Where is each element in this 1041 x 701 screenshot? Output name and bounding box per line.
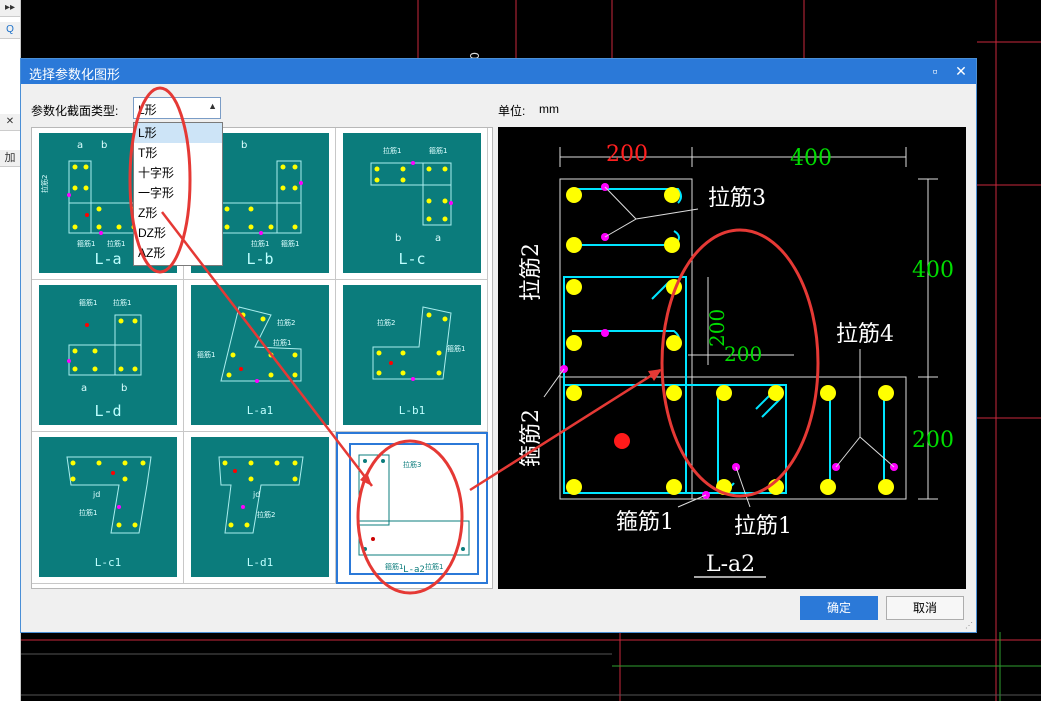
svg-text:拉筋1: 拉筋1 [113, 298, 131, 307]
svg-text:jd: jd [92, 490, 100, 499]
thumbnail-label: L-d [94, 402, 122, 420]
svg-text:拉筋1: 拉筋1 [273, 338, 291, 347]
thumbnail-l-c1[interactable]: jd 拉筋1 L-c1 [32, 432, 184, 584]
dropdown-option[interactable]: L形 [134, 123, 222, 143]
label-tie-2: 拉筋2 [519, 243, 544, 301]
thumbnail-label: L-c [398, 250, 426, 268]
thumbnail-l-b1[interactable]: 拉筋2 箍筋1 L-b1 [336, 280, 488, 432]
svg-text:b: b [395, 233, 401, 244]
svg-text:拉筋1: 拉筋1 [251, 239, 269, 248]
dim-top-left: 200 [606, 142, 648, 167]
chevron-up-icon: ▲ [208, 101, 217, 111]
svg-text:a: a [77, 140, 83, 151]
cancel-button[interactable]: 取消 [886, 596, 964, 620]
dropdown-option[interactable]: 一字形 [134, 183, 222, 203]
dropdown-option[interactable]: T形 [134, 143, 222, 163]
svg-text:拉筋2: 拉筋2 [377, 318, 395, 327]
label-tie-1: 拉筋1 [734, 514, 792, 539]
close-icon[interactable]: ✕ [951, 62, 971, 80]
label-tie-3: 拉筋3 [708, 186, 766, 211]
thumbnail-label: L-a2 [403, 565, 425, 575]
thumbnail-label: L-b1 [398, 404, 426, 417]
dialog-title: 选择参数化图形 [29, 67, 121, 82]
preview-drawing: 200 400 400 200 200 200 拉筋3 拉筋2 拉筋4 箍筋2 … [519, 142, 954, 636]
dialog-titlebar: 选择参数化图形 ▫ ✕ [21, 59, 976, 84]
label-tie-4: 拉筋4 [836, 322, 894, 347]
dim-inner-horizontal: 200 [724, 342, 762, 366]
thumbnail-l-d[interactable]: 箍筋1 拉筋1 a b L-d [32, 280, 184, 432]
thumbnail-label: L-a1 [246, 404, 274, 417]
maximize-icon[interactable]: ▫ [925, 62, 945, 80]
svg-text:b: b [101, 140, 107, 151]
dim-top-right: 400 [790, 146, 832, 171]
svg-text:拉筋3: 拉筋3 [403, 460, 421, 469]
svg-text:拉筋1: 拉筋1 [107, 239, 125, 248]
ok-button[interactable]: 确定 [800, 596, 878, 620]
label-stirrup-2: 箍筋2 [519, 409, 544, 467]
svg-text:箍筋1: 箍筋1 [429, 146, 447, 155]
add-button[interactable]: 加 [0, 150, 20, 167]
thumbnail-l-a1[interactable]: 拉筋2 箍筋1 拉筋1 L-a1 [184, 280, 336, 432]
dropdown-option[interactable]: AZ形 [134, 243, 222, 263]
shape-preview-panel: 200 400 400 200 200 200 拉筋3 拉筋2 拉筋4 箍筋2 … [498, 127, 966, 636]
section-type-combobox[interactable]: L形 ▲ [133, 97, 221, 119]
thumbnail-l-a2[interactable]: 拉筋3 箍筋1 拉筋1 L-a2 [336, 432, 488, 584]
dropdown-option[interactable]: Z形 [134, 203, 222, 223]
svg-text:箍筋1: 箍筋1 [447, 344, 465, 353]
svg-text:拉筋1: 拉筋1 [79, 508, 97, 517]
unit-label: 单位: [498, 104, 526, 118]
section-type-dropdown: L形 T形 十字形 一字形 Z形 DZ形 AZ形 [133, 122, 223, 266]
shape-thumbnail-grid: a b 箍筋1 拉筋1 拉筋2 L-a b 拉筋1 箍筋1 L-b 拉筋1 箍筋… [31, 127, 493, 589]
svg-text:箍筋1: 箍筋1 [197, 350, 215, 359]
svg-text:箍筋1: 箍筋1 [281, 239, 299, 248]
select-parametric-shape-dialog: 选择参数化图形 ▫ ✕ 参数化截面类型: L形 ▲ L形 T形 十字形 一字形 … [20, 58, 977, 636]
dim-right-bottom: 200 [912, 428, 954, 453]
left-side-panel: ▸▸ Q ✕ 加 [0, 0, 21, 701]
unit-value: mm [539, 102, 559, 116]
svg-text:a: a [81, 383, 87, 394]
thumbnail-label: L-c1 [94, 556, 122, 569]
resize-grip-icon[interactable]: ⋰ [965, 621, 973, 630]
svg-text:拉筋2: 拉筋2 [257, 510, 275, 519]
svg-text:箍筋1: 箍筋1 [77, 239, 95, 248]
dropdown-option[interactable]: 十字形 [134, 163, 222, 183]
svg-text:jd: jd [252, 490, 260, 499]
svg-text:拉筋2: 拉筋2 [40, 175, 49, 193]
thumbnail-label: L-d1 [246, 556, 274, 569]
section-type-label: 参数化截面类型: [31, 104, 119, 118]
label-stirrup-1: 箍筋1 [616, 510, 674, 535]
thumbnail-l-d1[interactable]: jd 拉筋2 L-d1 [184, 432, 336, 584]
expand-panel-button[interactable]: ▸▸ [0, 0, 20, 17]
svg-text:拉筋2: 拉筋2 [277, 318, 295, 327]
preview-shape-name: L-a2 [706, 552, 755, 577]
svg-text:拉筋1: 拉筋1 [383, 146, 401, 155]
svg-text:b: b [121, 383, 127, 394]
svg-text:箍筋1: 箍筋1 [79, 298, 97, 307]
thumbnail-drawing: 拉筋3 箍筋1 拉筋1 [345, 439, 483, 579]
section-type-value: L形 [138, 103, 157, 117]
dim-right-top: 400 [912, 258, 954, 283]
close-icon[interactable]: ✕ [0, 114, 20, 131]
svg-text:a: a [435, 233, 441, 244]
search-icon[interactable]: Q [0, 22, 20, 39]
dropdown-option[interactable]: DZ形 [134, 223, 222, 243]
thumbnail-l-c[interactable]: 拉筋1 箍筋1 b a L-c [336, 128, 488, 280]
svg-text:b: b [241, 140, 247, 151]
